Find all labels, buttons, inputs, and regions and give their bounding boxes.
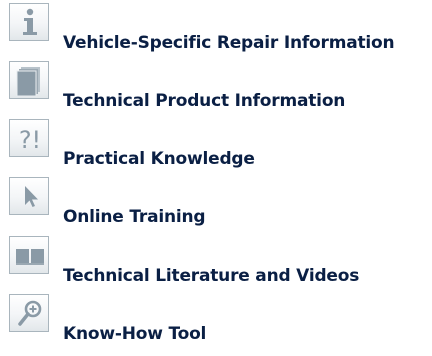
menu-item-online-training[interactable]: Online Training xyxy=(0,177,432,231)
menu-item-label: Know-How Tool xyxy=(63,324,207,344)
menu-item-technical-literature-videos[interactable]: Technical Literature and Videos xyxy=(0,236,432,290)
document-icon xyxy=(9,61,49,99)
menu-item-label: Technical Product Information xyxy=(63,91,346,111)
cursor-icon xyxy=(9,177,49,215)
menu-item-label: Vehicle-Specific Repair Information xyxy=(63,33,395,53)
svg-text:?!: ?! xyxy=(19,126,41,154)
open-book-icon xyxy=(9,236,49,274)
menu-item-label: Online Training xyxy=(63,207,206,227)
question-exclamation-icon: ?! xyxy=(9,119,49,157)
menu-item-practical-knowledge[interactable]: ?! Practical Knowledge xyxy=(0,119,432,173)
magnifier-icon xyxy=(9,294,49,332)
menu-item-vehicle-repair-info[interactable]: Vehicle-Specific Repair Information xyxy=(0,3,432,57)
menu-item-know-how-tool[interactable]: Know-How Tool xyxy=(0,294,432,348)
knowledge-menu: Vehicle-Specific Repair Information Tech… xyxy=(0,0,432,356)
menu-item-label: Technical Literature and Videos xyxy=(63,266,360,286)
menu-item-label: Practical Knowledge xyxy=(63,149,255,169)
info-icon xyxy=(9,3,49,41)
menu-item-technical-product-info[interactable]: Technical Product Information xyxy=(0,61,432,115)
